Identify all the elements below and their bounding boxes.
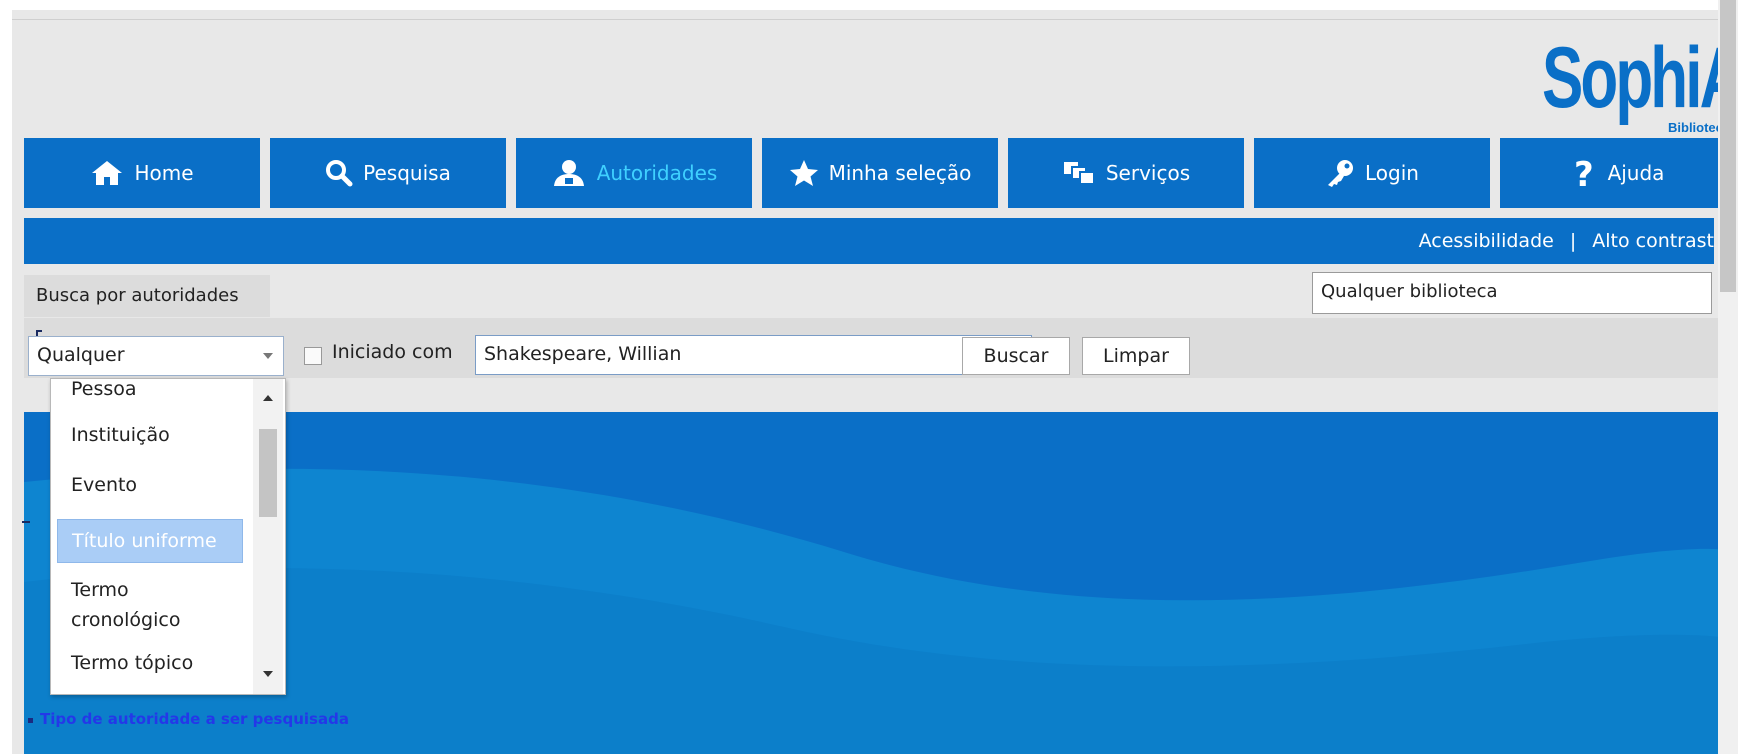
dropdown-option-termo-cronologico[interactable]: Termo cronológico — [57, 575, 227, 635]
scroll-up-icon[interactable] — [263, 395, 273, 401]
nav-autoridades[interactable]: Autoridades — [516, 138, 752, 208]
dropdown-option-evento[interactable]: Evento — [57, 469, 243, 501]
nav-pesquisa-label: Pesquisa — [363, 161, 451, 185]
nav-autoridades-label: Autoridades — [596, 161, 718, 185]
star-icon — [789, 160, 818, 186]
authority-type-dropdown: Pessoa Instituição Evento Título uniform… — [50, 378, 286, 695]
dropdown-option-pessoa[interactable]: Pessoa — [57, 379, 243, 405]
nav-pesquisa[interactable]: Pesquisa — [270, 138, 506, 208]
nav-login[interactable]: Login — [1254, 138, 1490, 208]
nav-login-label: Login — [1365, 161, 1419, 185]
starts-with-label: Iniciado com — [332, 341, 453, 363]
question-icon: ? — [1574, 156, 1594, 190]
nav-home-label: Home — [134, 161, 194, 185]
search-icon — [326, 160, 353, 187]
page-scrollbar[interactable] — [1718, 0, 1738, 754]
dropdown-option-instituicao[interactable]: Instituição — [57, 419, 243, 451]
scroll-down-icon[interactable] — [263, 671, 273, 677]
hint-bullet — [28, 718, 33, 723]
top-divider — [12, 19, 1738, 20]
sophia-logo[interactable]: SophiA Bibliotec — [1542, 28, 1738, 148]
authority-type-select[interactable]: Qualquer — [28, 336, 284, 376]
nav-servicos-label: Serviços — [1105, 161, 1191, 185]
page-scroll-thumb[interactable] — [1720, 0, 1736, 292]
nav-ajuda-label: Ajuda — [1607, 161, 1665, 185]
key-icon — [1328, 160, 1354, 187]
tab-busca-autoridades[interactable]: Busca por autoridades — [24, 275, 270, 317]
left-tick-mark — [22, 521, 30, 523]
nav-servicos[interactable]: Serviços — [1008, 138, 1244, 208]
chevron-down-icon — [263, 353, 273, 359]
logo-subtitle: Bibliotec — [1668, 120, 1723, 135]
search-input[interactable]: Shakespeare, Willian — [475, 335, 1032, 375]
accessibility-link[interactable]: Acessibilidade — [1419, 230, 1554, 252]
utility-links: Acessibilidade | Alto contrast — [1419, 218, 1714, 264]
windows-icon — [1063, 162, 1095, 185]
logo-text: SophiA — [1542, 30, 1738, 126]
clear-button[interactable]: Limpar — [1082, 337, 1190, 375]
authority-type-value: Qualquer — [37, 344, 125, 366]
nav-minha-selecao[interactable]: Minha seleção — [762, 138, 998, 208]
dropdown-scrollbar[interactable] — [253, 379, 283, 694]
high-contrast-link[interactable]: Alto contrast — [1592, 230, 1714, 252]
home-icon — [92, 161, 123, 185]
library-select[interactable]: Qualquer biblioteca — [1312, 272, 1712, 314]
svg-text:?: ? — [1574, 156, 1594, 190]
utility-bar: Acessibilidade | Alto contrast — [24, 218, 1714, 264]
user-group-icon — [553, 160, 584, 186]
search-button[interactable]: Buscar — [962, 337, 1070, 375]
dropdown-option-titulo-uniforme[interactable]: Título uniforme — [57, 519, 243, 563]
dropdown-scroll-thumb[interactable] — [259, 429, 277, 517]
starts-with-checkbox[interactable] — [304, 347, 322, 365]
nav-home[interactable]: Home — [24, 138, 260, 208]
link-separator: | — [1569, 230, 1577, 252]
dropdown-option-termo-topico[interactable]: Termo tópico — [57, 647, 243, 679]
field-hint: Tipo de autoridade a ser pesquisada — [40, 710, 349, 728]
nav-minha-selecao-label: Minha seleção — [828, 161, 972, 185]
nav-ajuda[interactable]: ? Ajuda — [1500, 138, 1736, 208]
